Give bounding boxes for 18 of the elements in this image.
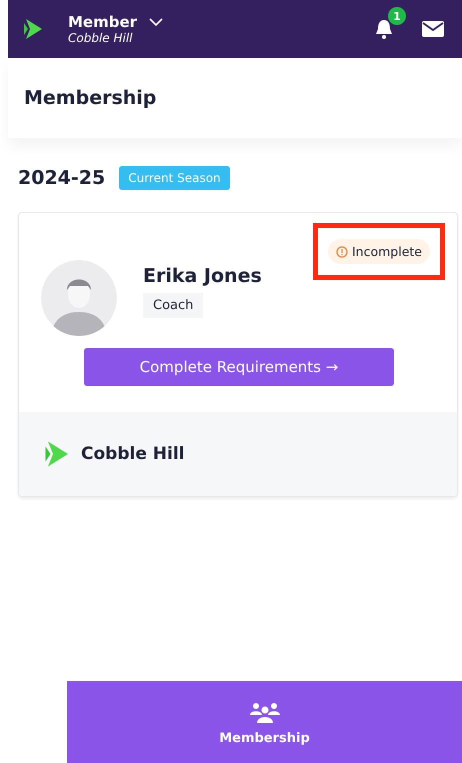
status-badge: Incomplete: [328, 239, 430, 264]
warning-icon: [336, 246, 348, 258]
current-season-badge: Current Season: [119, 166, 230, 190]
people-icon: [250, 701, 280, 723]
club-name: Cobble Hill: [81, 444, 184, 464]
mail-icon[interactable]: [422, 21, 444, 37]
membership-nav-item[interactable]: Membership: [213, 681, 316, 763]
member-name: Erika Jones: [143, 264, 262, 286]
club-label: Cobble Hill: [68, 31, 134, 45]
chevron-down-icon[interactable]: [149, 18, 164, 26]
bell-icon[interactable]: [374, 18, 394, 40]
avatar-icon: [41, 260, 117, 336]
page-title: Membership: [24, 87, 156, 109]
role-tag: Coach: [143, 292, 204, 318]
season-label: 2024-25: [18, 167, 106, 189]
complete-requirements-button[interactable]: Complete Requirements →: [84, 348, 394, 386]
notification-badge: 1: [388, 7, 406, 25]
role-label: Member: [68, 13, 138, 31]
